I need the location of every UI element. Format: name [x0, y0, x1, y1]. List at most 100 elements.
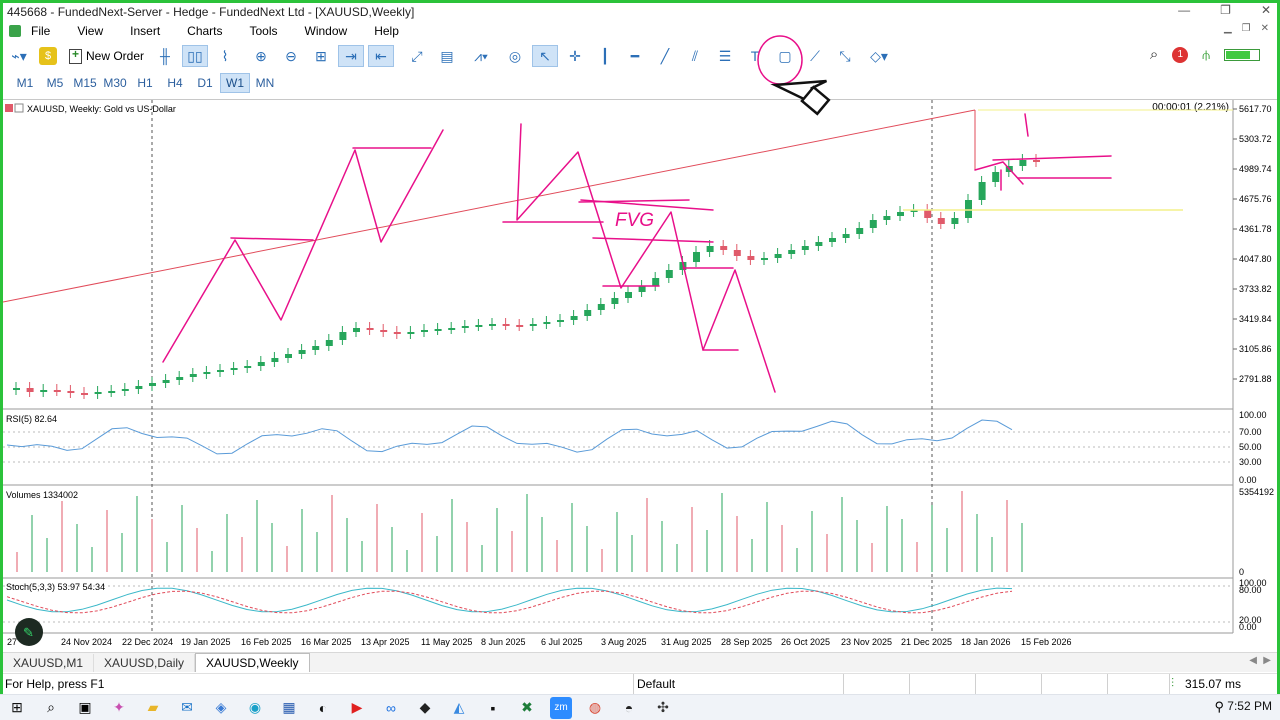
pen-levels-1[interactable]	[230, 147, 432, 241]
candle-body	[801, 246, 809, 250]
timeframe-h1[interactable]: H1	[130, 73, 160, 93]
timeframe-m30[interactable]: M30	[100, 73, 130, 93]
app-icon-1[interactable]: ◈	[210, 697, 232, 719]
price-tick: 4675.76	[1239, 194, 1272, 204]
price-axis: 5617.70 5303.72 4989.74 4675.76 4361.78 4047.…	[1233, 104, 1272, 384]
file-explorer-icon[interactable]: ▰	[142, 697, 164, 719]
tray-icon[interactable]: ⚲	[1214, 699, 1224, 715]
notifications-badge[interactable]: 1	[1172, 46, 1189, 63]
menu-help[interactable]: Help	[374, 24, 399, 38]
search-icon[interactable]: ⌕	[1150, 46, 1158, 63]
mdi-restore-button[interactable]: ❐	[1242, 23, 1251, 34]
app-icon-5[interactable]: ◭	[448, 697, 470, 719]
timeframe-h4[interactable]: H4	[160, 73, 190, 93]
candle-body	[951, 218, 959, 224]
tab-xauusd-daily[interactable]: XAUUSD,Daily	[94, 654, 196, 672]
screenshot-icon[interactable]: ◎	[502, 45, 528, 67]
rsi-tick: 100.00	[1239, 410, 1267, 420]
candlestick-icon[interactable]: ▯▯	[182, 45, 209, 67]
menu-insert[interactable]: Insert	[130, 24, 160, 38]
highlight-circle	[757, 35, 803, 85]
app-icon-6[interactable]: ◓	[618, 697, 640, 719]
auto-scroll-icon[interactable]: ⇥	[338, 45, 365, 67]
candle-body	[883, 216, 891, 220]
outlook-icon[interactable]: ✉	[176, 697, 198, 719]
trendline-icon[interactable]: ⤢	[404, 45, 430, 67]
mdi-close-button[interactable]: ✕	[1261, 23, 1269, 34]
candle-body	[339, 332, 347, 340]
copilot-icon[interactable]: ✦	[108, 697, 130, 719]
zoom-out-icon[interactable]: ⊖	[278, 45, 304, 67]
tab-xauusd-m1[interactable]: XAUUSD,M1	[3, 654, 95, 672]
pen-levels-2[interactable]	[502, 199, 714, 287]
shapes-icon[interactable]: ◇▾	[862, 45, 896, 67]
indicators-icon[interactable]: ⩘▾	[464, 45, 498, 67]
chrome-icon[interactable]: ◍	[584, 697, 606, 719]
tab-scroll-right-icon[interactable]: ▶	[1263, 655, 1271, 666]
app-icon-4[interactable]: ◆	[414, 697, 436, 719]
timeframe-m15[interactable]: M15	[70, 73, 100, 93]
date-tick: 15 Feb 2026	[1021, 637, 1072, 647]
close-button[interactable]: ✕	[1261, 3, 1271, 17]
chart-window[interactable]: XAUUSD, Weekly: Gold vs US-Dollar 00:00:…	[2, 99, 1277, 652]
vertical-line-icon[interactable]: ┃	[592, 45, 618, 67]
zoom-icon[interactable]: zm	[550, 696, 572, 719]
mdi-minimize-button[interactable]: ▁	[1224, 23, 1232, 34]
menu-window[interactable]: Window	[305, 24, 348, 38]
edge-icon[interactable]: ◉	[244, 697, 266, 719]
timeframe-mn[interactable]: MN	[250, 73, 280, 93]
app-icon-7[interactable]: ✣	[652, 697, 674, 719]
fibonacci-icon[interactable]: ☰	[712, 45, 738, 67]
taskbar-search-icon[interactable]: ⌕	[40, 697, 62, 719]
date-tick: 6 Jul 2025	[541, 637, 583, 647]
chart-canvas[interactable]: XAUUSD, Weekly: Gold vs US-Dollar 00:00:…	[2, 100, 1277, 652]
templates-icon[interactable]: ▤	[434, 45, 460, 67]
channel-icon[interactable]: ⫽	[682, 45, 708, 67]
meta-icon[interactable]: ∞	[380, 697, 402, 719]
tab-scroll-left-icon[interactable]: ◀	[1249, 655, 1257, 666]
date-tick: 16 Mar 2025	[301, 637, 352, 647]
new-order-button[interactable]: New Order	[69, 47, 144, 64]
menu-file[interactable]: File	[31, 24, 50, 38]
candle-body	[788, 250, 796, 254]
line-chart-icon[interactable]: ⌇	[212, 45, 238, 67]
candle-body	[611, 298, 619, 304]
timeframe-d1[interactable]: D1	[190, 73, 220, 93]
algo-trading-icon[interactable]: $	[39, 47, 57, 65]
timeframe-w1[interactable]: W1	[220, 73, 250, 93]
excel-icon[interactable]: ✖	[516, 697, 538, 719]
bar-chart-icon[interactable]: ╫	[152, 45, 178, 67]
crosshair-icon[interactable]: ✛	[562, 45, 588, 67]
pycharm-icon[interactable]: ▪	[482, 697, 504, 719]
menu-tools[interactable]: Tools	[250, 24, 278, 38]
tile-windows-icon[interactable]: ⊞	[308, 45, 334, 67]
date-tick: 13 Apr 2025	[361, 637, 410, 647]
windows-start-icon[interactable]: ⊞	[6, 697, 28, 719]
taskbar: ⊞ ⌕ ▣ ✦ ▰ ✉ ◈ ◉ ▦ ◐ ▶ ∞ ◆ ◭ ▪ ✖ zm ◍ ◓ ✣…	[0, 694, 1280, 720]
candles	[13, 154, 1040, 399]
timeframe-m1[interactable]: M1	[10, 73, 40, 93]
cursor-icon[interactable]: ↖	[532, 45, 559, 67]
minimize-button[interactable]: —	[1178, 3, 1190, 17]
app-icon-3[interactable]: ◐	[312, 697, 334, 719]
trend-line-icon[interactable]: ╱	[652, 45, 678, 67]
menu-charts[interactable]: Charts	[187, 24, 222, 38]
candle-body	[421, 330, 428, 332]
horizontal-line-icon[interactable]: ━	[622, 45, 648, 67]
app-icon-2[interactable]: ▦	[278, 697, 300, 719]
youtube-icon[interactable]: ▶	[346, 697, 368, 719]
chart-shift-icon[interactable]: ⇤	[368, 45, 395, 67]
menu-view[interactable]: View	[77, 24, 103, 38]
candle-body	[434, 329, 442, 331]
timeframe-m5[interactable]: M5	[40, 73, 70, 93]
menu-bar: File View Insert Charts Tools Window Hel…	[3, 20, 1277, 41]
zoom-in-icon[interactable]: ⊕	[248, 45, 274, 67]
tab-xauusd-weekly[interactable]: XAUUSD,Weekly	[195, 653, 310, 672]
chart-type-icon[interactable]: ⌁▾	[3, 45, 35, 67]
maximize-button[interactable]: ❐	[1220, 3, 1231, 17]
pen-levels-4[interactable]	[992, 113, 1112, 191]
pen-zigzag-1[interactable]	[162, 129, 444, 363]
rsi-label: RSI(5) 82.64	[6, 414, 57, 424]
candle-body	[162, 380, 170, 383]
task-view-icon[interactable]: ▣	[74, 697, 96, 719]
